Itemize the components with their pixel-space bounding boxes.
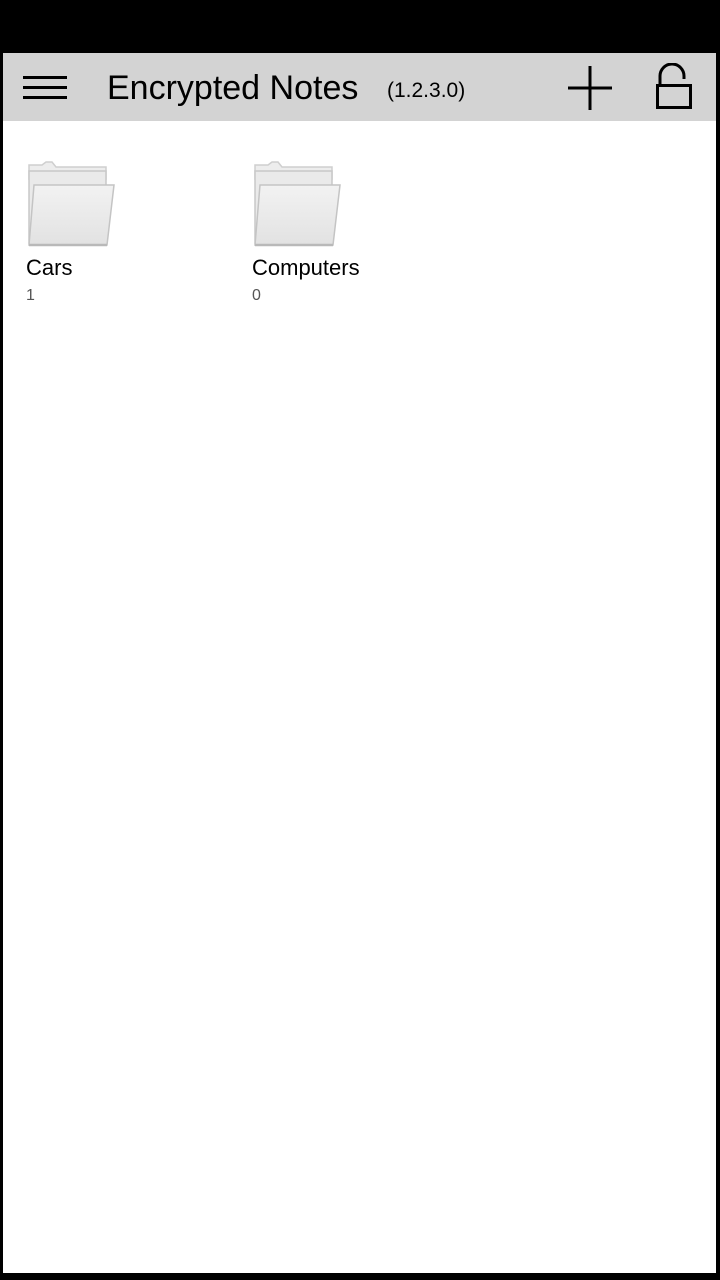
lock-button[interactable] <box>651 62 697 113</box>
folder-name: Cars <box>26 255 73 280</box>
add-button[interactable] <box>565 63 615 113</box>
plus-icon <box>568 66 612 110</box>
folder-note-count: 1 <box>26 287 35 304</box>
folder-grid: Cars 1 Computers 0 <box>3 121 716 1273</box>
folder-note-count: 0 <box>252 287 261 304</box>
hamburger-menu-icon-line <box>23 96 67 99</box>
lock-icon <box>656 62 692 109</box>
phone-screen: Encrypted Notes (1.2.3.0) Cars 1 Compute… <box>0 0 720 1280</box>
app-title: Encrypted Notes <box>107 69 359 107</box>
folder-icon <box>254 161 341 247</box>
app-bar: Encrypted Notes (1.2.3.0) <box>3 53 716 121</box>
hamburger-menu-button[interactable] <box>21 69 69 105</box>
folder-tile-cars[interactable]: Cars 1 <box>26 159 226 309</box>
folder-icon <box>28 161 115 247</box>
app-version: (1.2.3.0) <box>387 79 466 102</box>
hamburger-menu-icon-line <box>23 76 67 79</box>
hamburger-menu-icon-line <box>23 86 67 89</box>
status-bar <box>0 0 720 53</box>
app-window: Encrypted Notes (1.2.3.0) Cars 1 Compute… <box>3 53 716 1273</box>
folder-name: Computers <box>252 255 360 280</box>
folder-tile-computers[interactable]: Computers 0 <box>252 159 452 309</box>
